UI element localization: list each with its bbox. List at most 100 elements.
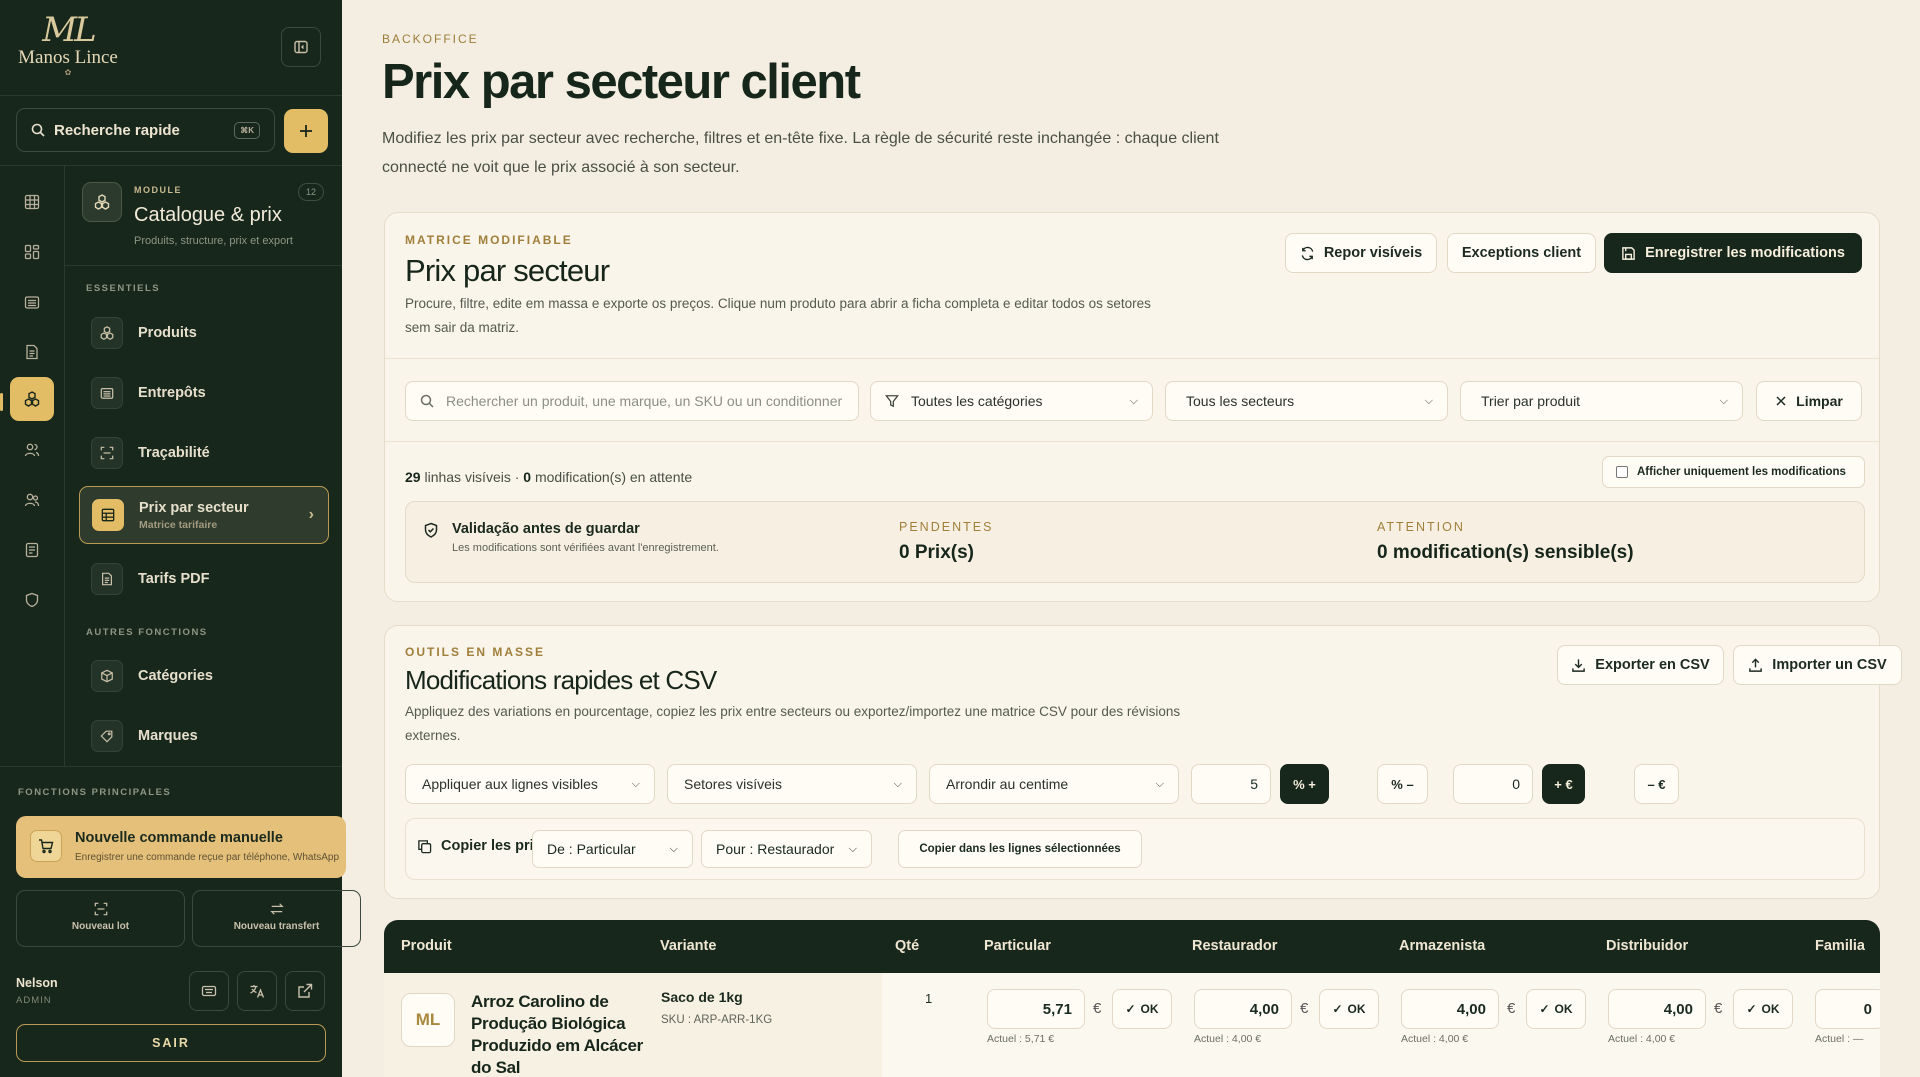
icon-rail [0,166,65,766]
import-csv-label: Importer un CSV [1772,657,1887,673]
bulk-kicker: OUTILS EN MASSE [405,645,546,659]
collapse-sidebar-button[interactable] [281,27,321,67]
confirm-price-button[interactable]: ✓ OK [1733,989,1793,1029]
product-search-input[interactable]: Rechercher un produit, une marque, un SK… [405,381,859,421]
sidebar-item-entrepots[interactable]: Entrepôts [79,364,329,422]
client-exceptions-button[interactable]: Exceptions client [1447,233,1596,273]
shortcut-badge: ⌘K [234,121,260,139]
rail-security[interactable] [10,578,54,622]
keyboard-button[interactable] [189,971,229,1011]
current-price: Actuel : — [1815,1033,1864,1045]
document-icon [91,563,123,595]
euro-input[interactable]: 0 [1453,764,1533,804]
rows-visible-count: 29 [405,469,421,485]
scan-icon [94,902,107,916]
column-header[interactable]: Produit [401,938,452,954]
new-transfer-button[interactable]: Nouveau transfert [192,890,361,947]
export-csv-button[interactable]: Exporter en CSV [1557,645,1724,685]
copy-to-select[interactable]: Pour : Restaurador ⌵ [701,830,872,868]
sidebar-item-produits[interactable]: Produits [79,304,329,362]
copy-icon [418,839,432,853]
logout-button[interactable]: SAIR [16,1024,326,1062]
bulk-description: Appliquez des variations en pourcentage,… [405,704,1181,743]
language-button[interactable] [237,971,277,1011]
page-description: Modifiez les prix par secteur avec reche… [382,130,1219,176]
euro-increase-button[interactable]: + € [1542,764,1585,804]
checkbox[interactable] [1616,466,1628,478]
sidebar: ML Manos Lince ✿ Recherche rapide ⌘K MOD… [0,0,361,1077]
chevron-right-icon: › [308,506,314,523]
column-header[interactable]: Qté [895,938,919,954]
price-input-distribuidor[interactable]: 4,00 [1608,989,1706,1029]
restore-visible-button[interactable]: Repor visíveis [1285,233,1437,273]
grid-icon [24,194,40,210]
currency-symbol: € [1093,1000,1102,1017]
rail-team[interactable] [10,478,54,522]
category-filter-select[interactable]: Toutes les catégories ⌵ [870,381,1153,421]
chevron-down-icon: ⌵ [669,842,678,855]
table-row[interactable]: ML Arroz Carolino de Produção Biológica … [384,973,882,1077]
brand-logo[interactable]: ML Manos Lince ✿ [18,12,118,77]
user-name: Nelson [16,976,58,990]
add-button[interactable] [284,109,328,153]
active-rail-indicator [0,393,3,411]
sidebar-item-tracabilite[interactable]: Traçabilité [79,424,329,482]
chevron-down-icon: ⌵ [1129,394,1138,407]
price-input-familia[interactable]: 0 [1815,989,1880,1029]
cubes-icon [94,194,110,210]
confirm-price-button[interactable]: ✓ OK [1526,989,1586,1029]
column-header[interactable]: Distribuidor [1606,938,1688,954]
rail-apps[interactable] [10,230,54,274]
open-external-button[interactable] [285,971,325,1011]
sidebar-item-label: Produits [138,325,197,341]
currency-symbol: € [1507,1000,1516,1017]
module-title: Catalogue & prix [134,204,282,226]
percent-decrease-button[interactable]: % – [1377,764,1428,804]
sort-select[interactable]: Trier par produit ⌵ [1460,381,1743,421]
rail-catalogue[interactable] [10,377,54,421]
price-input-restaurador[interactable]: 4,00 [1194,989,1292,1029]
column-header[interactable]: Variante [660,938,716,954]
column-header[interactable]: Familia [1815,938,1865,954]
euro-decrease-button[interactable]: – € [1634,764,1679,804]
rail-dashboard[interactable] [10,180,54,224]
rail-warehouse[interactable] [10,280,54,324]
sectors-select[interactable]: Setores visíveis ⌵ [667,764,917,804]
warehouse-icon [91,377,123,409]
rounding-select[interactable]: Arrondir au centime ⌵ [929,764,1179,804]
only-modifications-toggle[interactable]: Afficher uniquement les modifications [1602,456,1865,488]
price-input-armazenista[interactable]: 4,00 [1401,989,1499,1029]
table-icon [92,499,124,531]
new-manual-order-button[interactable]: Nouvelle commande manuelle Enregistrer u… [16,816,346,878]
percent-increase-button[interactable]: % + [1280,764,1329,804]
copy-from-select[interactable]: De : Particular ⌵ [532,830,693,868]
rows-visible-label: linhas visíveis · [424,469,520,485]
section-main-functions: FONCTIONS PRINCIPALES [18,787,172,798]
sidebar-item-marques[interactable]: Marques [79,707,329,765]
price-input-particular[interactable]: 5,71 [987,989,1085,1029]
sidebar-item-prix-par-secteur[interactable]: Prix par secteur Matrice tarifaire › [79,486,329,544]
import-csv-button[interactable]: Importer un CSV [1733,645,1902,685]
rail-clients[interactable] [10,428,54,472]
apply-scope-select[interactable]: Appliquer aux lignes visibles ⌵ [405,764,655,804]
rail-documents[interactable] [10,330,54,374]
save-changes-button[interactable]: Enregistrer les modifications [1604,233,1862,273]
cubes-icon [24,391,40,407]
new-order-subtitle: Enregistrer une commande reçue par télép… [75,852,340,863]
column-header[interactable]: Particular [984,938,1051,954]
clear-filters-button[interactable]: Limpar [1756,381,1862,421]
column-header[interactable]: Armazenista [1399,938,1485,954]
percent-input[interactable]: 5 [1191,764,1271,804]
quick-search-button[interactable]: Recherche rapide ⌘K [16,108,275,152]
sidebar-item-tarifs-pdf[interactable]: Tarifs PDF [79,550,329,608]
product-name[interactable]: Arroz Carolino de Produção Biológica Pro… [471,991,651,1077]
pending-label: modification(s) en attente [534,469,693,485]
confirm-price-button[interactable]: ✓ OK [1112,989,1172,1029]
new-lot-button[interactable]: Nouveau lot [16,890,185,947]
sector-filter-select[interactable]: Tous les secteurs ⌵ [1165,381,1448,421]
column-header[interactable]: Restaurador [1192,938,1277,954]
rail-invoices[interactable] [10,528,54,572]
copy-to-selected-button[interactable]: Copier dans les lignes sélectionnées [898,830,1142,868]
confirm-price-button[interactable]: ✓ OK [1319,989,1379,1029]
sidebar-item-categories[interactable]: Catégories [79,647,329,705]
